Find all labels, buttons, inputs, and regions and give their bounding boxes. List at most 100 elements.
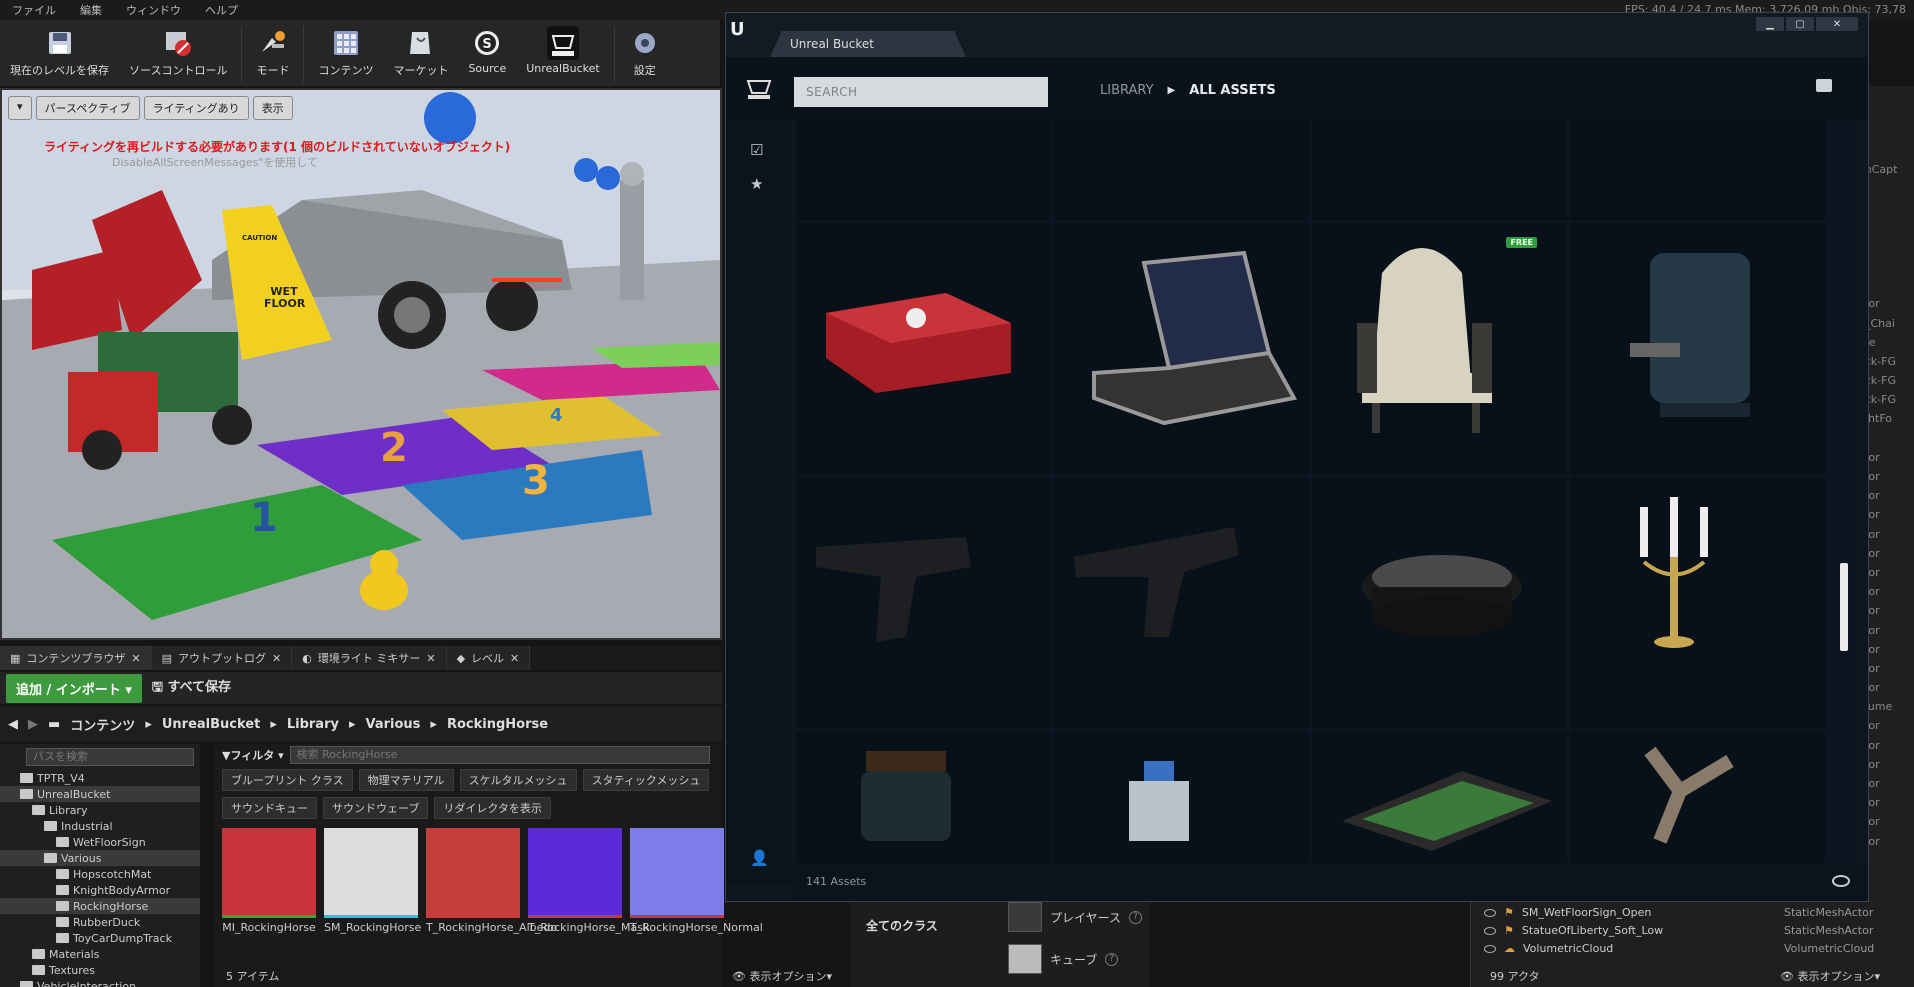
outliner-row[interactable]: ⚑ SM_WetFloorSign_Open	[1484, 906, 1651, 919]
forward-arrow-icon[interactable]: ▶	[28, 717, 38, 732]
asset-card-red-case[interactable]	[796, 223, 1051, 474]
save-level-button[interactable]: 現在のレベルを保存	[0, 26, 119, 78]
asset-card-open-briefcase[interactable]	[1054, 223, 1309, 474]
checkbox-icon[interactable]: ☑	[750, 141, 763, 159]
save-all-button[interactable]: 🖫 すべて保存	[152, 676, 231, 700]
level-viewport[interactable]: 1 2 3 4 CAUTION WET FLOOR ▾ パースペクティブ ライテ…	[0, 88, 722, 640]
view-options-button[interactable]: 👁 表示オプション▾	[732, 968, 832, 984]
tree-folder[interactable]: HopscotchMat	[0, 866, 200, 882]
viewport-options-dropdown[interactable]: ▾	[8, 96, 32, 120]
tab-levels[interactable]: ◆ レベル ✕	[446, 646, 531, 670]
close-icon[interactable]: ✕	[1816, 17, 1858, 31]
asset-card-wooden-crate[interactable]	[1570, 119, 1825, 220]
menu-file[interactable]: ファイル	[0, 2, 68, 18]
bucket-search-input[interactable]: SEARCH	[794, 77, 1048, 107]
source-button[interactable]: S Source	[458, 26, 516, 75]
filter-chip[interactable]: サウンドウェーブ	[323, 797, 429, 819]
path-unrealbucket[interactable]: UnrealBucket	[162, 717, 260, 732]
tree-folder[interactable]: Materials	[0, 946, 200, 962]
close-icon[interactable]: ✕	[426, 652, 435, 665]
place-item-player-start[interactable]: プレイヤース ?	[1008, 902, 1143, 932]
asset-card-tv-screen[interactable]	[1312, 119, 1567, 220]
tree-folder[interactable]: RubberDuck	[0, 914, 200, 930]
asset-card-pistol-slide-back[interactable]	[1054, 477, 1309, 728]
asset-card-bottle[interactable]	[1054, 731, 1309, 863]
tree-folder[interactable]: TPTR_V4	[0, 770, 200, 786]
user-icon[interactable]: 👤	[750, 849, 769, 867]
tab-content-browser[interactable]: ▦ コンテンツブラウザ ✕	[0, 646, 152, 670]
filter-chip[interactable]: リダイレクタを表示	[434, 797, 551, 819]
path-rockinghorse[interactable]: RockingHorse	[447, 717, 548, 732]
tree-folder[interactable]: Various	[0, 850, 200, 866]
asset-tile[interactable]: T_RockingHorse_Mask	[528, 828, 649, 934]
menu-window[interactable]: ウィンドウ	[114, 2, 193, 18]
asset-card-pistol[interactable]	[796, 477, 1051, 728]
path-content[interactable]: コンテンツ	[70, 715, 135, 734]
filter-chip[interactable]: 物理マテリアル	[358, 769, 454, 791]
close-icon[interactable]: ✕	[131, 652, 140, 665]
visibility-eye-icon[interactable]	[1484, 908, 1496, 917]
filter-button[interactable]: ▼フィルタ ▾	[222, 747, 284, 763]
help-icon[interactable]: ?	[1105, 952, 1119, 966]
asset-card-glass-jar[interactable]	[796, 731, 1051, 863]
marketplace-button[interactable]: マーケット	[383, 26, 458, 78]
all-classes-category[interactable]: 全てのクラス	[866, 917, 938, 934]
tree-folder[interactable]: VehicleInteraction	[0, 978, 200, 987]
path-various[interactable]: Various	[366, 717, 421, 732]
asset-tile[interactable]: MI_RockingHorse	[222, 828, 316, 934]
menu-help[interactable]: ヘルプ	[193, 2, 250, 18]
tree-folder[interactable]: Industrial	[0, 818, 200, 834]
asset-card-fuel-canister[interactable]	[796, 119, 1051, 220]
asset-tile[interactable]: SM_RockingHorse	[324, 828, 421, 934]
tree-folder[interactable]: Library	[0, 802, 200, 818]
minimize-icon[interactable]: ▁	[1756, 17, 1784, 31]
show-button[interactable]: 表示	[252, 96, 293, 120]
eye-icon[interactable]	[1832, 875, 1850, 887]
path-search-input[interactable]: パスを検索	[26, 748, 194, 766]
tree-folder[interactable]: KnightBodyArmor	[0, 882, 200, 898]
asset-tile[interactable]: T_RockingHorse_Albedo	[426, 828, 557, 934]
asset-search-input[interactable]: 検索 RockingHorse	[289, 746, 710, 764]
crumb-library[interactable]: LIBRARY	[1100, 83, 1154, 98]
lighting-mode-button[interactable]: ライティングあり	[143, 96, 249, 120]
visibility-eye-icon[interactable]	[1484, 926, 1496, 935]
place-item-cube[interactable]: キューブ ?	[1008, 944, 1119, 974]
visibility-eye-icon[interactable]	[1484, 944, 1496, 953]
tree-folder[interactable]: UnrealBucket	[0, 786, 200, 802]
menu-edit[interactable]: 編集	[68, 2, 114, 18]
outliner-row[interactable]: ⚑ StatueOfLiberty_Soft_Low	[1484, 924, 1663, 937]
filter-chip[interactable]: スケルタルメッシュ	[459, 769, 577, 791]
unrealbucket-button[interactable]: UnrealBucket	[516, 26, 610, 75]
star-icon[interactable]: ★	[750, 175, 763, 193]
chat-icon[interactable]	[1816, 79, 1832, 92]
asset-card-espresso-machine[interactable]	[1570, 223, 1825, 474]
tree-folder[interactable]: ToyCarDumpTrack	[0, 930, 200, 946]
settings-button[interactable]: 設定	[619, 26, 671, 78]
asset-card-candelabra[interactable]	[1570, 477, 1825, 728]
content-button[interactable]: コンテンツ	[308, 26, 383, 78]
tree-folder[interactable]: Textures	[0, 962, 200, 978]
tree-folder[interactable]: RockingHorse	[0, 898, 200, 914]
asset-card-armchair[interactable]: FREE	[1312, 223, 1567, 474]
outliner-row[interactable]: ☁ VolumetricCloud	[1484, 942, 1613, 955]
perspective-button[interactable]: パースペクティブ	[35, 96, 140, 120]
asset-card-ashtray[interactable]	[1312, 477, 1567, 728]
close-icon[interactable]: ✕	[272, 652, 281, 665]
outliner-view-options-button[interactable]: 👁 表示オプション▾	[1780, 968, 1880, 984]
tab-output-log[interactable]: ▤ アウトプットログ ✕	[151, 646, 293, 670]
maximize-icon[interactable]: ▢	[1786, 17, 1814, 31]
filter-chip[interactable]: スタティックメッシュ	[582, 769, 710, 791]
asset-tile[interactable]: T_RockingHorse_Normal	[630, 828, 763, 934]
window-titlebar[interactable]: U Unreal Bucket ▁ ▢ ✕	[726, 13, 1868, 57]
modes-button[interactable]: モード	[246, 26, 299, 78]
close-icon[interactable]: ✕	[510, 652, 519, 665]
filter-chip[interactable]: ブループリント クラス	[222, 769, 353, 791]
path-library[interactable]: Library	[287, 717, 339, 732]
tab-unreal-bucket[interactable]: Unreal Bucket	[770, 31, 966, 57]
asset-card-spray-cans[interactable]	[1054, 119, 1309, 220]
asset-card-foosball-table[interactable]	[1312, 731, 1567, 863]
add-import-button[interactable]: 追加 / インポート ▾	[6, 673, 142, 703]
grid-scrollbar[interactable]	[1840, 563, 1848, 651]
help-icon[interactable]: ?	[1129, 910, 1143, 924]
asset-card-slingshot[interactable]	[1570, 731, 1825, 863]
